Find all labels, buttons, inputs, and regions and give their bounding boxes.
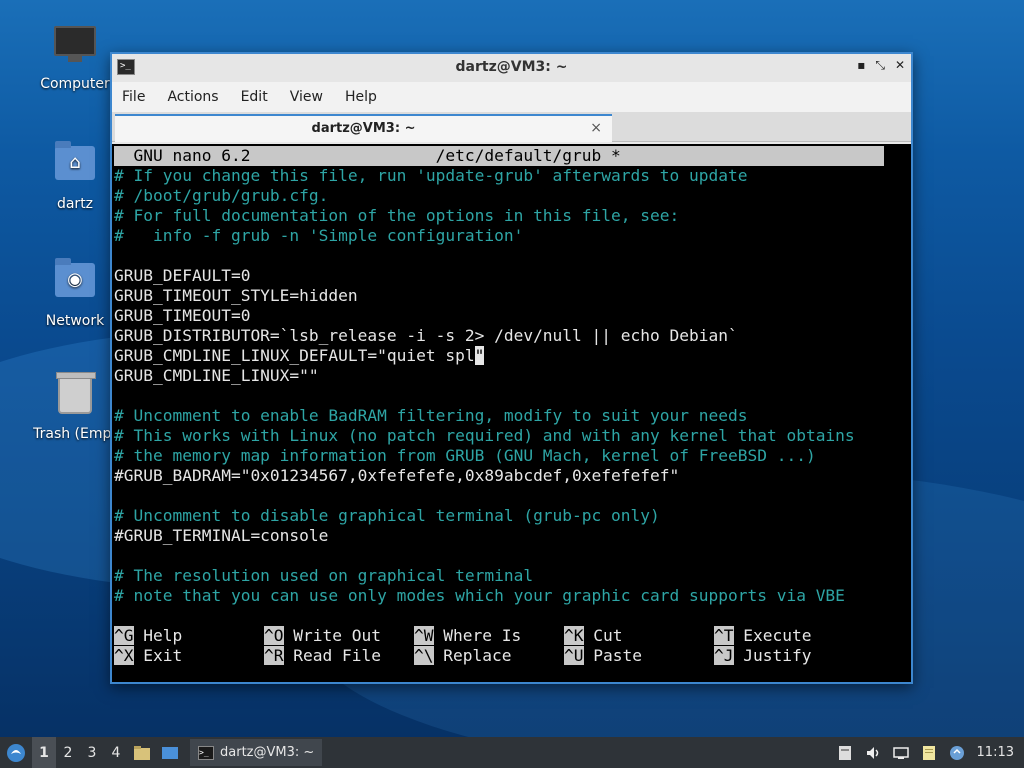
shortcut-item: ^\ Replace bbox=[414, 646, 511, 666]
editor-line[interactable]: GRUB_DEFAULT=0 bbox=[114, 266, 250, 286]
menu-view[interactable]: View bbox=[290, 89, 323, 105]
editor-line[interactable]: # Uncomment to enable BadRAM filtering, … bbox=[114, 406, 747, 426]
clock[interactable]: 11:13 bbox=[977, 745, 1014, 760]
menu-edit[interactable]: Edit bbox=[241, 89, 268, 105]
minimize-icon[interactable]: ▪ bbox=[857, 58, 865, 73]
maximize-icon[interactable]: ⤡ bbox=[875, 58, 885, 73]
shortcut-label: Justify bbox=[743, 646, 812, 665]
volume-icon[interactable] bbox=[865, 745, 881, 761]
network-folder-icon: ◉ bbox=[53, 258, 97, 307]
editor-line[interactable]: # If you change this file, run 'update-g… bbox=[114, 166, 747, 186]
menu-bar: File Actions Edit View Help bbox=[112, 82, 911, 112]
editor-line[interactable]: GRUB_TIMEOUT=0 bbox=[114, 306, 250, 326]
window-title: dartz@VM3: ~ bbox=[455, 59, 568, 75]
shortcut-key: ^X bbox=[114, 646, 134, 665]
shortcut-key: ^O bbox=[264, 626, 284, 645]
network-icon[interactable] bbox=[892, 745, 909, 761]
file-manager-icon[interactable] bbox=[128, 737, 156, 768]
home-folder-icon: ⌂ bbox=[53, 141, 97, 190]
shortcut-key: ^T bbox=[714, 626, 734, 645]
computer-icon bbox=[53, 26, 97, 70]
editor-line[interactable]: # the memory map information from GRUB (… bbox=[114, 446, 816, 466]
workspace-2[interactable]: 2 bbox=[56, 737, 80, 768]
show-desktop-icon[interactable] bbox=[156, 737, 184, 768]
shortcut-label: Help bbox=[143, 626, 183, 645]
system-tray: 11:13 bbox=[837, 745, 1024, 761]
menu-help[interactable]: Help bbox=[345, 89, 377, 105]
taskbar-task-label: dartz@VM3: ~ bbox=[220, 745, 315, 760]
workspace-3[interactable]: 3 bbox=[80, 737, 104, 768]
editor-line[interactable]: # note that you can use only modes which… bbox=[114, 586, 845, 606]
shortcut-key: ^J bbox=[714, 646, 734, 665]
shortcut-item: ^O Write Out bbox=[264, 626, 381, 646]
shortcut-item: ^R Read File bbox=[264, 646, 381, 666]
notes-icon[interactable] bbox=[921, 745, 937, 761]
shortcut-label: Write Out bbox=[293, 626, 381, 645]
editor-line[interactable]: GRUB_TIMEOUT_STYLE=hidden bbox=[114, 286, 358, 306]
workspace-4[interactable]: 4 bbox=[104, 737, 128, 768]
shortcut-item: ^G Help bbox=[114, 626, 182, 646]
tab-terminal[interactable]: dartz@VM3: ~ × bbox=[115, 114, 612, 142]
editor-line[interactable]: # /boot/grub/grub.cfg. bbox=[114, 186, 328, 206]
editor-line[interactable]: # Uncomment to disable graphical termina… bbox=[114, 506, 660, 526]
editor-line[interactable]: GRUB_DISTRIBUTOR=`lsb_release -i -s 2> /… bbox=[114, 326, 738, 346]
workspace-1[interactable]: 1 bbox=[32, 737, 56, 768]
shortcut-label: Replace bbox=[443, 646, 512, 665]
shortcut-label: Paste bbox=[593, 646, 642, 665]
editor-line[interactable]: #GRUB_TERMINAL=console bbox=[114, 526, 328, 546]
shortcut-item: ^K Cut bbox=[564, 626, 623, 646]
terminal-window: >_ dartz@VM3: ~ ▪ ⤡ ✕ File Actions Edit … bbox=[110, 52, 913, 684]
shortcut-key: ^W bbox=[414, 626, 434, 645]
shortcut-key: ^R bbox=[264, 646, 284, 665]
app-menu-icon[interactable] bbox=[0, 737, 32, 768]
shortcut-label: Cut bbox=[593, 626, 623, 645]
shortcut-label: Read File bbox=[293, 646, 381, 665]
tab-bar: dartz@VM3: ~ × bbox=[112, 112, 911, 142]
menu-actions[interactable]: Actions bbox=[167, 89, 218, 105]
editor-line[interactable]: # For full documentation of the options … bbox=[114, 206, 679, 226]
shortcut-item: ^W Where Is bbox=[414, 626, 521, 646]
terminal-icon: >_ bbox=[198, 745, 214, 760]
close-icon[interactable]: ✕ bbox=[895, 58, 905, 73]
menu-file[interactable]: File bbox=[122, 89, 145, 105]
shortcut-label: Execute bbox=[743, 626, 812, 645]
tab-label: dartz@VM3: ~ bbox=[311, 121, 416, 136]
shortcut-label: Exit bbox=[143, 646, 183, 665]
text-cursor: " bbox=[474, 346, 485, 365]
shortcut-key: ^\ bbox=[414, 646, 434, 665]
shortcut-item: ^U Paste bbox=[564, 646, 642, 666]
editor-line[interactable]: # This works with Linux (no patch requir… bbox=[114, 426, 855, 446]
editor-line[interactable]: #GRUB_BADRAM="0x01234567,0xfefefefe,0x89… bbox=[114, 466, 679, 486]
shortcut-item: ^T Execute bbox=[714, 626, 811, 646]
shortcut-item: ^J Justify bbox=[714, 646, 811, 666]
shortcut-key: ^G bbox=[114, 626, 134, 645]
tab-close-icon[interactable]: × bbox=[590, 120, 602, 136]
shortcut-key: ^K bbox=[564, 626, 584, 645]
update-icon[interactable] bbox=[949, 745, 965, 761]
taskbar-terminal-button[interactable]: >_ dartz@VM3: ~ bbox=[190, 739, 323, 766]
taskbar: 1 2 3 4 >_ dartz@VM3: ~ 11:13 bbox=[0, 737, 1024, 768]
editor-line[interactable]: # The resolution used on graphical termi… bbox=[114, 566, 533, 586]
editor-line[interactable]: GRUB_CMDLINE_LINUX="" bbox=[114, 366, 319, 386]
editor-line[interactable]: # info -f grub -n 'Simple configuration' bbox=[114, 226, 523, 246]
window-titlebar[interactable]: >_ dartz@VM3: ~ ▪ ⤡ ✕ bbox=[112, 54, 911, 82]
clipboard-icon[interactable] bbox=[837, 745, 853, 761]
trash-icon bbox=[53, 372, 97, 420]
shortcut-label: Where Is bbox=[443, 626, 522, 645]
editor-line[interactable]: GRUB_CMDLINE_LINUX_DEFAULT="quiet spl" bbox=[114, 346, 485, 366]
shortcut-item: ^X Exit bbox=[114, 646, 182, 666]
terminal-area[interactable]: GNU nano 6.2 /etc/default/grub * # If yo… bbox=[112, 144, 911, 682]
shortcut-key: ^U bbox=[564, 646, 584, 665]
nano-header: GNU nano 6.2 /etc/default/grub * bbox=[114, 146, 884, 166]
